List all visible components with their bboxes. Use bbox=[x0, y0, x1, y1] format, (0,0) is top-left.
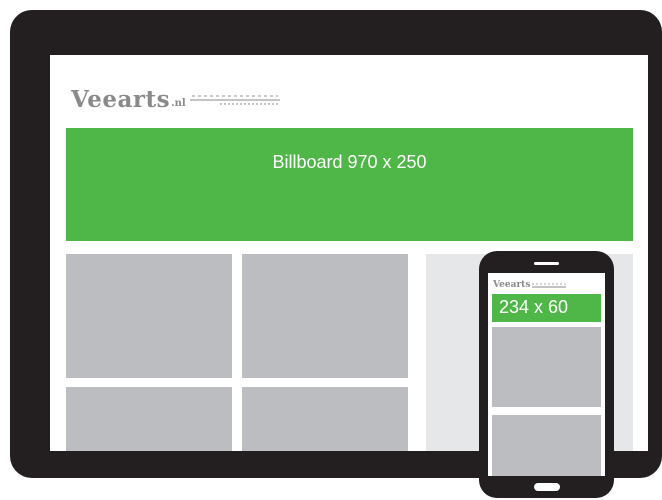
phone-banner-label: 234 x 60 bbox=[499, 297, 569, 317]
billboard-label: Billboard 970 x 250 bbox=[272, 152, 427, 172]
phone-banner-ad: 234 x 60 bbox=[492, 294, 601, 322]
content-block bbox=[66, 254, 232, 378]
phone-device: Veearts 234 x 60 bbox=[479, 251, 614, 498]
phone-screen: Veearts 234 x 60 bbox=[488, 273, 605, 476]
phone-home-button bbox=[534, 483, 560, 491]
phone-speaker bbox=[534, 262, 559, 265]
phone-logo-wordmark: Veearts bbox=[493, 280, 531, 290]
content-block bbox=[242, 254, 408, 378]
logo-wordmark: Veearts bbox=[71, 85, 171, 113]
phone-content-block bbox=[492, 327, 601, 407]
phone-site-logo: Veearts bbox=[493, 277, 567, 293]
phone-logo-tagline-graphic bbox=[532, 283, 567, 288]
site-logo: Veearts .nl bbox=[71, 79, 282, 119]
content-block bbox=[66, 387, 232, 451]
logo-tagline-graphic bbox=[189, 95, 280, 105]
phone-content-block bbox=[492, 415, 601, 476]
content-block bbox=[242, 387, 408, 451]
billboard-ad: Billboard 970 x 250 bbox=[66, 128, 633, 241]
logo-suffix: .nl bbox=[171, 97, 186, 109]
